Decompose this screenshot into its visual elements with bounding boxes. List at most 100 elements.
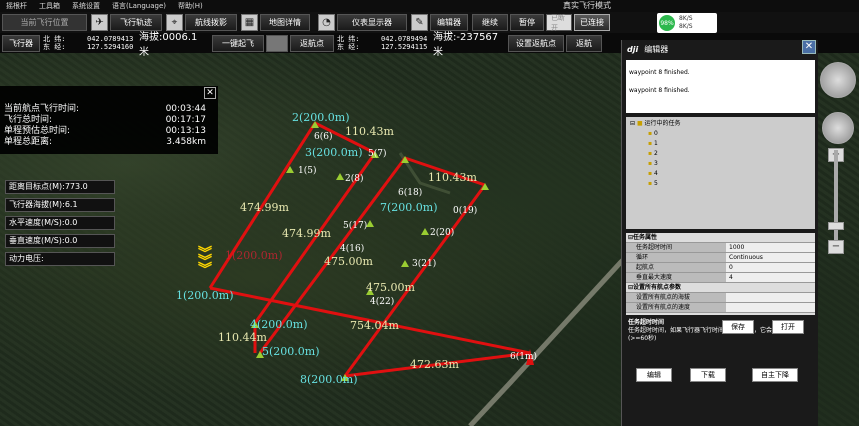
- editor-panel: dji 编辑器 ✕ waypoint 8 finished. waypoint …: [621, 40, 818, 426]
- instruments-button[interactable]: 仪表显示器: [337, 14, 407, 31]
- tree-node[interactable]: ▪ 3: [630, 159, 811, 169]
- tree-node[interactable]: ▪ 1: [630, 139, 811, 149]
- waypoint-label: 8(200.0m): [300, 373, 358, 386]
- home-point-icon[interactable]: ︾ ︾ ︾: [198, 247, 212, 277]
- aircraft-button[interactable]: 飞行器: [2, 34, 40, 52]
- download-button[interactable]: 下载: [690, 368, 726, 382]
- return-lon: 127.5294115: [381, 43, 428, 51]
- editor-icon[interactable]: ✎: [411, 14, 428, 31]
- distance-label: 475.00m: [324, 255, 373, 268]
- distance-label: 110.43m: [428, 171, 477, 184]
- save-button[interactable]: 保存: [722, 320, 754, 334]
- folder-icon: ■: [636, 120, 643, 127]
- return-point-button[interactable]: 返航点: [290, 34, 334, 52]
- zoom-handle[interactable]: [828, 222, 844, 230]
- log-line: waypoint 8 finished.: [629, 69, 690, 76]
- prop-row[interactable]: 设置所有航点的海拔: [626, 293, 815, 303]
- return-button[interactable]: 返航: [566, 34, 602, 52]
- close-icon[interactable]: ✕: [204, 87, 216, 99]
- east-label: 东 经:: [43, 43, 66, 51]
- waypoint-label: 7(200.0m): [380, 201, 438, 214]
- east-label: 东 经:: [337, 43, 360, 51]
- waypoint-label: 2(8): [345, 173, 363, 184]
- menu-item[interactable]: 系统设置: [66, 0, 106, 12]
- waypoint-label: 4(22): [370, 296, 394, 307]
- zoom-out-icon[interactable]: −: [828, 240, 844, 254]
- menu-item[interactable]: 帮助(H): [172, 0, 209, 12]
- prop-row[interactable]: 起航点 0: [626, 263, 815, 273]
- tree-node[interactable]: ▪ 4: [630, 169, 811, 179]
- editor-header: dji 编辑器: [622, 40, 818, 58]
- waypoint-label: 1(5): [298, 165, 316, 176]
- rotate-control-icon[interactable]: [822, 112, 854, 144]
- map-detail-button[interactable]: 地图详情: [260, 14, 310, 31]
- prop-row[interactable]: 设置所有航点的速度: [626, 303, 815, 313]
- takeoff-button[interactable]: 一键起飞: [212, 34, 264, 52]
- info-row: 飞行总时间: 00:17:17: [4, 115, 206, 125]
- disconnected-button[interactable]: 已断开: [546, 14, 572, 32]
- aircraft-coords: 042.0789413 127.5294160: [84, 35, 136, 51]
- menu-item[interactable]: 工具箱: [33, 0, 66, 12]
- download-rate: 8K/S: [679, 23, 693, 30]
- waypoint-label: 1(200.0m): [176, 289, 234, 302]
- tree-node[interactable]: ▪ 0: [630, 129, 811, 139]
- power-voltage: 动力电压:: [5, 252, 115, 266]
- return-altitude: 海拔:-237567米: [433, 32, 499, 58]
- pause-button[interactable]: 暂停: [510, 14, 544, 31]
- aircraft-lat: 042.0789413: [87, 35, 134, 43]
- coord-labels: 北 纬: 东 经:: [40, 35, 84, 51]
- info-row: 单程总距离: 3.458km: [4, 137, 206, 147]
- edit-button[interactable]: 编辑: [636, 368, 672, 382]
- close-icon[interactable]: ✕: [802, 40, 816, 54]
- mode-title: 真实飞行模式: [563, 1, 611, 10]
- waypoint-label: 1(200.0m): [225, 249, 283, 262]
- road: [468, 241, 642, 426]
- open-button[interactable]: 打开: [772, 320, 804, 334]
- battery-indicator: 98% 8K/S 8K/S: [657, 13, 717, 33]
- location-field[interactable]: 当前飞行位置: [2, 14, 87, 31]
- connected-button[interactable]: 已连接: [574, 14, 610, 31]
- info-row: 单程预估总时间: 00:13:13: [4, 126, 206, 136]
- separator-block: [266, 34, 288, 52]
- log-line: waypoint 8 finished.: [629, 87, 690, 94]
- prop-row[interactable]: 任务超时时间 1000: [626, 243, 815, 253]
- waypoint-label: 3(21): [412, 258, 436, 269]
- horizontal-speed: 水平速度(M/S):0.0: [5, 216, 115, 230]
- prop-row[interactable]: 垂直最大速度 4: [626, 273, 815, 283]
- waypoint-label: 2(200.0m): [292, 111, 350, 124]
- props-section: ⊟ 任务属性: [626, 233, 815, 243]
- menu-bar: 摇根杆 工具箱 系统设置 语言(Language) 帮助(H) 真实飞行模式: [0, 0, 859, 12]
- prop-row[interactable]: 循环 Continuous: [626, 253, 815, 263]
- tree-node[interactable]: ▪ 5: [630, 179, 811, 189]
- distance-label: 110.43m: [345, 125, 394, 138]
- distance-label: 475.00m: [366, 281, 415, 294]
- coord-labels-2: 北 纬: 东 经:: [334, 35, 378, 51]
- menu-item[interactable]: 摇根杆: [0, 0, 33, 12]
- props-section: ⊟ 设置所有航点参数: [626, 283, 815, 293]
- tree-root[interactable]: ⊟ ■ 运行中的任务: [630, 119, 811, 129]
- task-properties: ⊟ 任务属性 任务超时时间 1000 循环 Continuous 起航点 0 垂直最大…: [626, 233, 815, 315]
- vertical-speed: 垂直速度(M/S):0.0: [5, 234, 115, 248]
- map-icon[interactable]: ▦: [241, 14, 258, 31]
- auto-land-button[interactable]: 自主下降: [752, 368, 798, 382]
- task-tree[interactable]: ⊟ ■ 运行中的任务 ▪ 0 ▪ 1 ▪ 2 ▪ 3 ▪ 4 ▪ 5: [626, 117, 815, 229]
- plane-icon[interactable]: ✈: [91, 14, 108, 31]
- waypoint-label: 3(200.0m): [305, 146, 363, 159]
- waypoint-label: 6(1m): [510, 351, 537, 362]
- log-output[interactable]: waypoint 8 finished. waypoint 8 finished…: [626, 60, 815, 113]
- waypoint-label: 4(16): [340, 243, 364, 254]
- pan-control-icon[interactable]: [820, 62, 856, 98]
- waypoint-label: 4(200.0m): [250, 318, 308, 331]
- tree-node[interactable]: ▪ 2: [630, 149, 811, 159]
- set-return-button[interactable]: 设置返航点: [508, 34, 564, 52]
- return-lat: 042.0789494: [381, 35, 428, 43]
- editor-title: 编辑器: [644, 44, 669, 54]
- menu-item[interactable]: 语言(Language): [106, 0, 172, 12]
- north-label: 北 纬:: [43, 35, 66, 43]
- distance-label: 474.99m: [240, 201, 289, 214]
- waypoint-label: 5(200.0m): [262, 345, 320, 358]
- gauge-icon[interactable]: ◔: [318, 14, 335, 31]
- waypoint-label: 2(20): [430, 227, 454, 238]
- waypoint-label: 6(6): [314, 131, 332, 142]
- dji-logo-icon: dji: [627, 44, 639, 54]
